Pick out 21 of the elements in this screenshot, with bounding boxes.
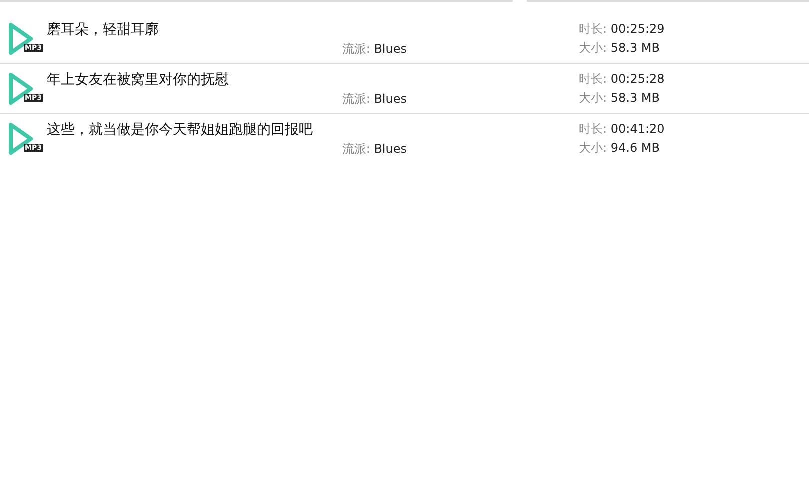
track-title[interactable]: 年上女友在被窝里对你的抚慰 xyxy=(47,70,407,90)
duration-label: 时长: xyxy=(579,22,608,36)
size-value: 94.6 MB xyxy=(610,141,660,155)
size-label: 大小: xyxy=(579,41,608,55)
size-value: 58.3 MB xyxy=(610,91,660,105)
duration-value: 00:25:29 xyxy=(610,22,665,36)
genre-value: Blues xyxy=(374,42,407,56)
size-label: 大小: xyxy=(579,141,608,155)
genre-label: 流派: xyxy=(342,42,370,56)
genre-label: 流派: xyxy=(342,142,370,156)
duration-value: 00:41:20 xyxy=(610,122,665,136)
genre-label: 流派: xyxy=(342,92,370,106)
track-title[interactable]: 这些，就当做是你今天帮姐姐跑腿的回报吧 xyxy=(47,120,407,140)
size-label: 大小: xyxy=(579,91,608,105)
duration-label: 时长: xyxy=(579,72,608,86)
track-title[interactable]: 磨耳朵，轻甜耳廓 xyxy=(47,20,407,40)
genre-value: Blues xyxy=(374,142,407,156)
size-value: 58.3 MB xyxy=(610,41,660,55)
duration-value: 00:25:28 xyxy=(610,72,665,86)
genre-value: Blues xyxy=(374,92,407,106)
duration-label: 时长: xyxy=(579,122,608,136)
